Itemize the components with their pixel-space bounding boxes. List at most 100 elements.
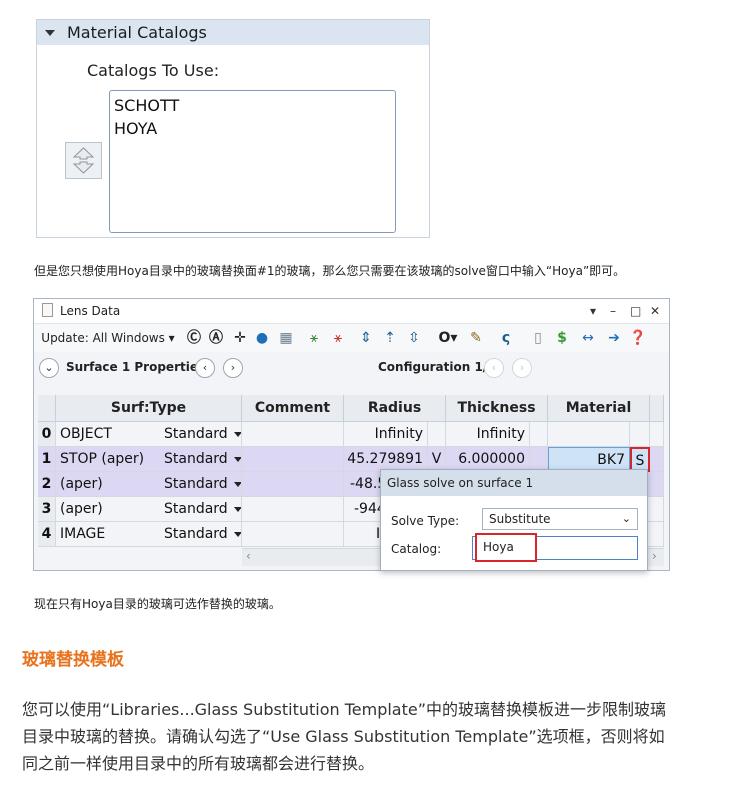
reload-icon[interactable]: Ⓒ <box>184 328 204 348</box>
material-catalogs-header[interactable]: Material Catalogs <box>37 20 429 45</box>
catalogs-to-use-label: Catalogs To Use: <box>87 61 219 80</box>
surface-properties-label[interactable]: Surface 1 Properties <box>66 352 205 382</box>
collapse-triangle-icon[interactable] <box>45 30 55 36</box>
glass-solve-title: Glass solve on surface 1 <box>381 470 647 496</box>
dollar-icon[interactable]: $ <box>552 328 572 348</box>
scroll-left-icon[interactable]: ‹ <box>246 549 251 563</box>
next-surface-icon[interactable]: › <box>223 358 243 378</box>
image-icon[interactable]: ▦ <box>276 328 296 348</box>
maximize-icon[interactable]: □ <box>630 299 641 323</box>
surface-type-dropdown[interactable]: Standard <box>160 522 242 547</box>
row-number: 4 <box>38 522 56 547</box>
column-header-comment[interactable]: Comment <box>242 395 344 422</box>
expand-properties-icon[interactable]: ⌄ <box>39 358 59 378</box>
solve-type-select[interactable]: Substitute ⌄ <box>482 508 638 530</box>
scroll-right-icon[interactable]: › <box>652 549 657 563</box>
close-icon[interactable]: ✕ <box>650 299 660 323</box>
chevron-down-icon <box>234 432 242 437</box>
comment-cell[interactable] <box>242 497 344 522</box>
column-header-material[interactable]: Material <box>548 395 650 422</box>
chevron-down-icon <box>234 532 242 537</box>
paragraph-3-line-2: 目录中玻璃的替换。请确认勾选了“Use Glass Substitution T… <box>22 723 722 750</box>
surface-type-dropdown[interactable]: Standard <box>160 497 242 522</box>
surface-type-dropdown[interactable]: Standard <box>160 447 242 472</box>
paint-icon[interactable]: ✎ <box>466 328 486 348</box>
solve-type-value: Substitute <box>489 512 551 526</box>
surface-type-value: Standard <box>164 476 228 492</box>
insert-surface-icon[interactable]: ⇕ <box>356 328 376 348</box>
configuration-label: Configuration 1/1 <box>378 352 496 382</box>
double-arrow-icon[interactable]: ↔ <box>576 328 600 348</box>
circle-menu-icon[interactable]: O▾ <box>436 328 460 348</box>
catalog-item[interactable]: HOYA <box>114 117 391 140</box>
surface-name[interactable]: STOP (aper) <box>56 447 160 472</box>
c-solve-icon[interactable]: ς <box>496 328 516 348</box>
surface-type-value: Standard <box>164 451 228 467</box>
column-header-radius[interactable]: Radius <box>344 395 446 422</box>
table-row[interactable]: 0 OBJECT Standard Infinity Infinity <box>38 422 664 447</box>
surface-type-dropdown[interactable]: Standard <box>160 472 242 497</box>
chevron-down-icon: ⌄ <box>622 509 631 529</box>
chevron-down-icon <box>234 507 242 512</box>
row-number: 1 <box>38 447 56 472</box>
globe-icon[interactable]: ● <box>252 328 272 348</box>
material-solve-cell[interactable] <box>630 422 650 447</box>
refresh-all-icon[interactable]: Ⓐ <box>206 328 226 348</box>
surface-name[interactable]: IMAGE <box>56 522 160 547</box>
surface-type-value: Standard <box>164 426 228 442</box>
radius-cell[interactable]: Infinity <box>344 422 428 447</box>
comment-cell[interactable] <box>242 422 344 447</box>
surface-name[interactable]: OBJECT <box>56 422 160 447</box>
catalog-label: Catalog: <box>391 542 441 556</box>
lens-data-subbar: ⌄ Surface 1 Properties ‹ › Configuration… <box>34 352 669 382</box>
row-number: 2 <box>38 472 56 497</box>
paragraph-2: 现在只有Hoya目录的玻璃可选作替换的玻璃。 <box>34 595 281 612</box>
prev-surface-icon[interactable]: ‹ <box>195 358 215 378</box>
comment-cell[interactable] <box>242 447 344 472</box>
paragraph-3-line-3: 同之前一样使用目录中的所有玻璃都会进行替换。 <box>22 750 722 777</box>
crosshair-icon[interactable]: ✛ <box>230 328 250 348</box>
extra-cell <box>650 422 664 447</box>
material-cell[interactable] <box>548 422 630 447</box>
surface-name[interactable]: (aper) <box>56 472 160 497</box>
catalogs-list[interactable]: SCHOTT HOYA <box>109 90 396 233</box>
next-config-icon[interactable]: › <box>512 358 532 378</box>
radius-solve-cell[interactable] <box>428 422 446 447</box>
prev-config-icon[interactable]: ‹ <box>484 358 504 378</box>
paragraph-1: 但是您只想使用Hoya目录中的玻璃替换面#1的玻璃，那么您只需要在该玻璃的sol… <box>34 262 625 279</box>
material-catalogs-title: Material Catalogs <box>67 20 207 45</box>
help-icon[interactable]: ❓ <box>628 328 648 348</box>
row-number: 0 <box>38 422 56 447</box>
move-surface-icon[interactable]: ⇡ <box>380 328 400 348</box>
doc-icon[interactable]: ▯ <box>528 328 548 348</box>
column-header-thickness[interactable]: Thickness <box>446 395 548 422</box>
catalog-input-value[interactable]: Hoya <box>475 533 537 562</box>
align-surface-icon[interactable]: ⇳ <box>404 328 424 348</box>
solve-type-label: Solve Type: <box>391 514 459 528</box>
lens-data-titlebar: Lens Data ▾ – □ ✕ <box>34 299 669 323</box>
lens-data-toolbar: Update: All Windows ▾ Ⓒ Ⓐ ✛ ● ▦ ⚹ ⚹ ⇕ ⇡ … <box>34 323 669 353</box>
window-menu-icon[interactable]: ▾ <box>590 299 596 323</box>
chevron-down-icon <box>234 482 242 487</box>
right-arrow-icon[interactable]: ➔ <box>602 328 626 348</box>
thickness-cell[interactable]: Infinity <box>446 422 530 447</box>
up-down-arrows-icon <box>66 143 101 178</box>
material-catalogs-panel: Material Catalogs Catalogs To Use: SCHOT… <box>36 19 430 238</box>
move-catalog-button[interactable] <box>65 142 102 179</box>
comment-cell[interactable] <box>242 522 344 547</box>
thickness-solve-cell[interactable] <box>530 422 548 447</box>
minimize-icon[interactable]: – <box>610 299 616 323</box>
split-red-icon[interactable]: ⚹ <box>328 328 348 348</box>
chevron-down-icon <box>234 457 242 462</box>
comment-cell[interactable] <box>242 472 344 497</box>
update-dropdown[interactable]: Update: All Windows ▾ <box>40 328 176 348</box>
column-header-surf-type[interactable]: Surf:Type <box>56 395 242 422</box>
surface-name[interactable]: (aper) <box>56 497 160 522</box>
document-icon <box>42 303 53 317</box>
catalog-item[interactable]: SCHOTT <box>114 94 391 117</box>
grid-corner <box>38 395 56 422</box>
surface-type-dropdown[interactable]: Standard <box>160 422 242 447</box>
glass-solve-popup: Glass solve on surface 1 Solve Type: Sub… <box>380 469 648 571</box>
split-icon[interactable]: ⚹ <box>304 328 324 348</box>
lens-data-title: Lens Data <box>60 299 120 323</box>
